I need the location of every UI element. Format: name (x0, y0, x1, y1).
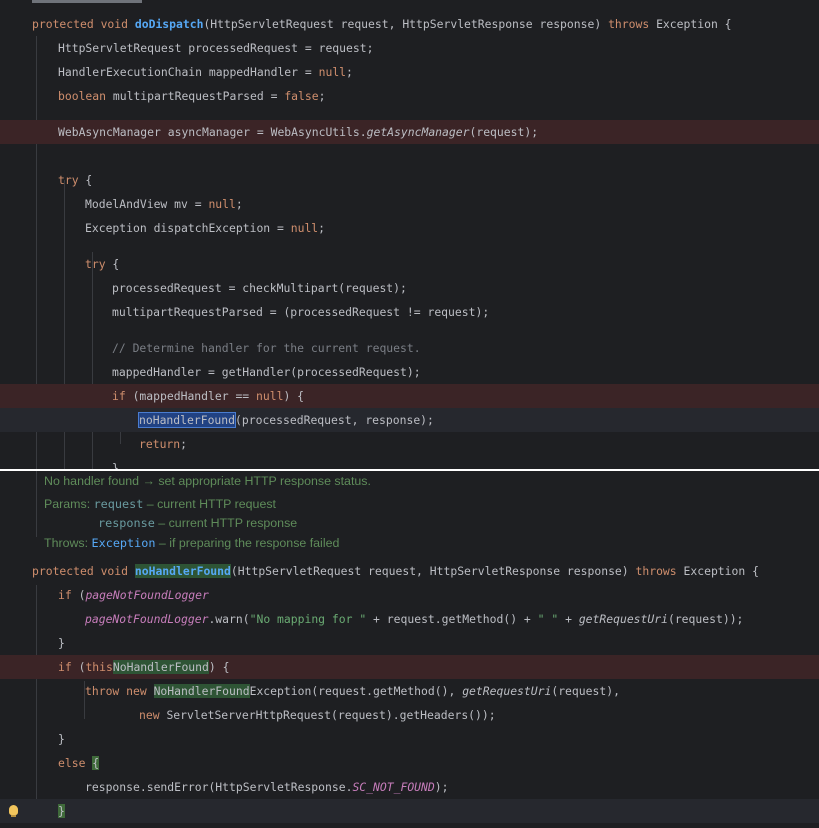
search-match: NoHandlerFound (112, 660, 209, 674)
code-line[interactable]: response.sendError(HttpServletResponse.S… (0, 775, 819, 799)
selected-method-call[interactable]: noHandlerFound (137, 412, 237, 428)
code-line[interactable]: throw new NoHandlerFoundException(reques… (0, 679, 819, 703)
matched-brace: } (58, 804, 65, 818)
code-line[interactable]: new ServletServerHttpRequest(request).ge… (0, 703, 819, 727)
method-name: doDispatch (134, 17, 204, 31)
javadoc-summary: No handler found → set appropriate HTTP … (44, 474, 371, 488)
method-name: noHandlerFound (134, 564, 231, 578)
code-line[interactable]: pageNotFoundLogger.warn("No mapping for … (0, 607, 819, 631)
javadoc-params: Params: request – current HTTP request (44, 497, 276, 511)
code-line[interactable]: processedRequest = checkMultipart(reques… (0, 276, 819, 300)
code-line[interactable]: HttpServletRequest processedRequest = re… (0, 36, 819, 60)
code-comment: // Determine handler for the current req… (112, 341, 421, 355)
code-line[interactable]: // Determine handler for the current req… (0, 336, 819, 360)
code-line[interactable]: protected void doDispatch(HttpServletReq… (0, 12, 819, 36)
code-editor-nohandlerfound[interactable]: No handler found → set appropriate HTTP … (0, 471, 819, 828)
code-line[interactable]: multipartRequestParsed = (processedReque… (0, 300, 819, 324)
indent-guide (36, 471, 37, 537)
code-line[interactable]: Exception dispatchException = null; (0, 216, 819, 240)
code-line[interactable]: return; (0, 432, 819, 456)
code-line[interactable]: } (0, 727, 819, 751)
javadoc-throws: Throws: Exception – if preparing the res… (44, 536, 340, 550)
code-line[interactable]: if (pageNotFoundLogger (0, 583, 819, 607)
code-line[interactable]: boolean multipartRequestParsed = false; (0, 84, 819, 108)
code-line-breakpoint[interactable]: if (thisNoHandlerFound) { (0, 655, 819, 679)
matched-brace: { (92, 756, 100, 770)
javadoc-params: response – current HTTP response (98, 516, 298, 530)
code-line[interactable]: } (0, 821, 819, 828)
code-line[interactable]: HandlerExecutionChain mappedHandler = nu… (0, 60, 819, 84)
annotation-fragment (32, 0, 142, 3)
code-line-current[interactable]: noHandlerFound(processedRequest, respons… (0, 408, 819, 432)
code-line[interactable]: try { (0, 252, 819, 276)
code-line[interactable]: } (0, 631, 819, 655)
code-line[interactable]: else { (0, 751, 819, 775)
code-line-breakpoint[interactable]: if (mappedHandler == null) { (0, 384, 819, 408)
code-line[interactable]: try { (0, 168, 819, 192)
search-match: NoHandlerFound (153, 684, 250, 698)
code-line[interactable]: ModelAndView mv = null; (0, 192, 819, 216)
code-editor-dodispatch[interactable]: protected void doDispatch(HttpServletReq… (0, 0, 819, 469)
code-line[interactable]: protected void noHandlerFound(HttpServle… (0, 559, 819, 583)
code-line[interactable]: } (0, 456, 819, 469)
lightbulb-icon[interactable] (9, 805, 18, 817)
code-line-current[interactable]: } (0, 799, 819, 823)
exception-link[interactable]: Exception (92, 536, 156, 550)
code-line[interactable]: mappedHandler = getHandler(processedRequ… (0, 360, 819, 384)
code-line-breakpoint[interactable]: WebAsyncManager asyncManager = WebAsyncU… (0, 120, 819, 144)
